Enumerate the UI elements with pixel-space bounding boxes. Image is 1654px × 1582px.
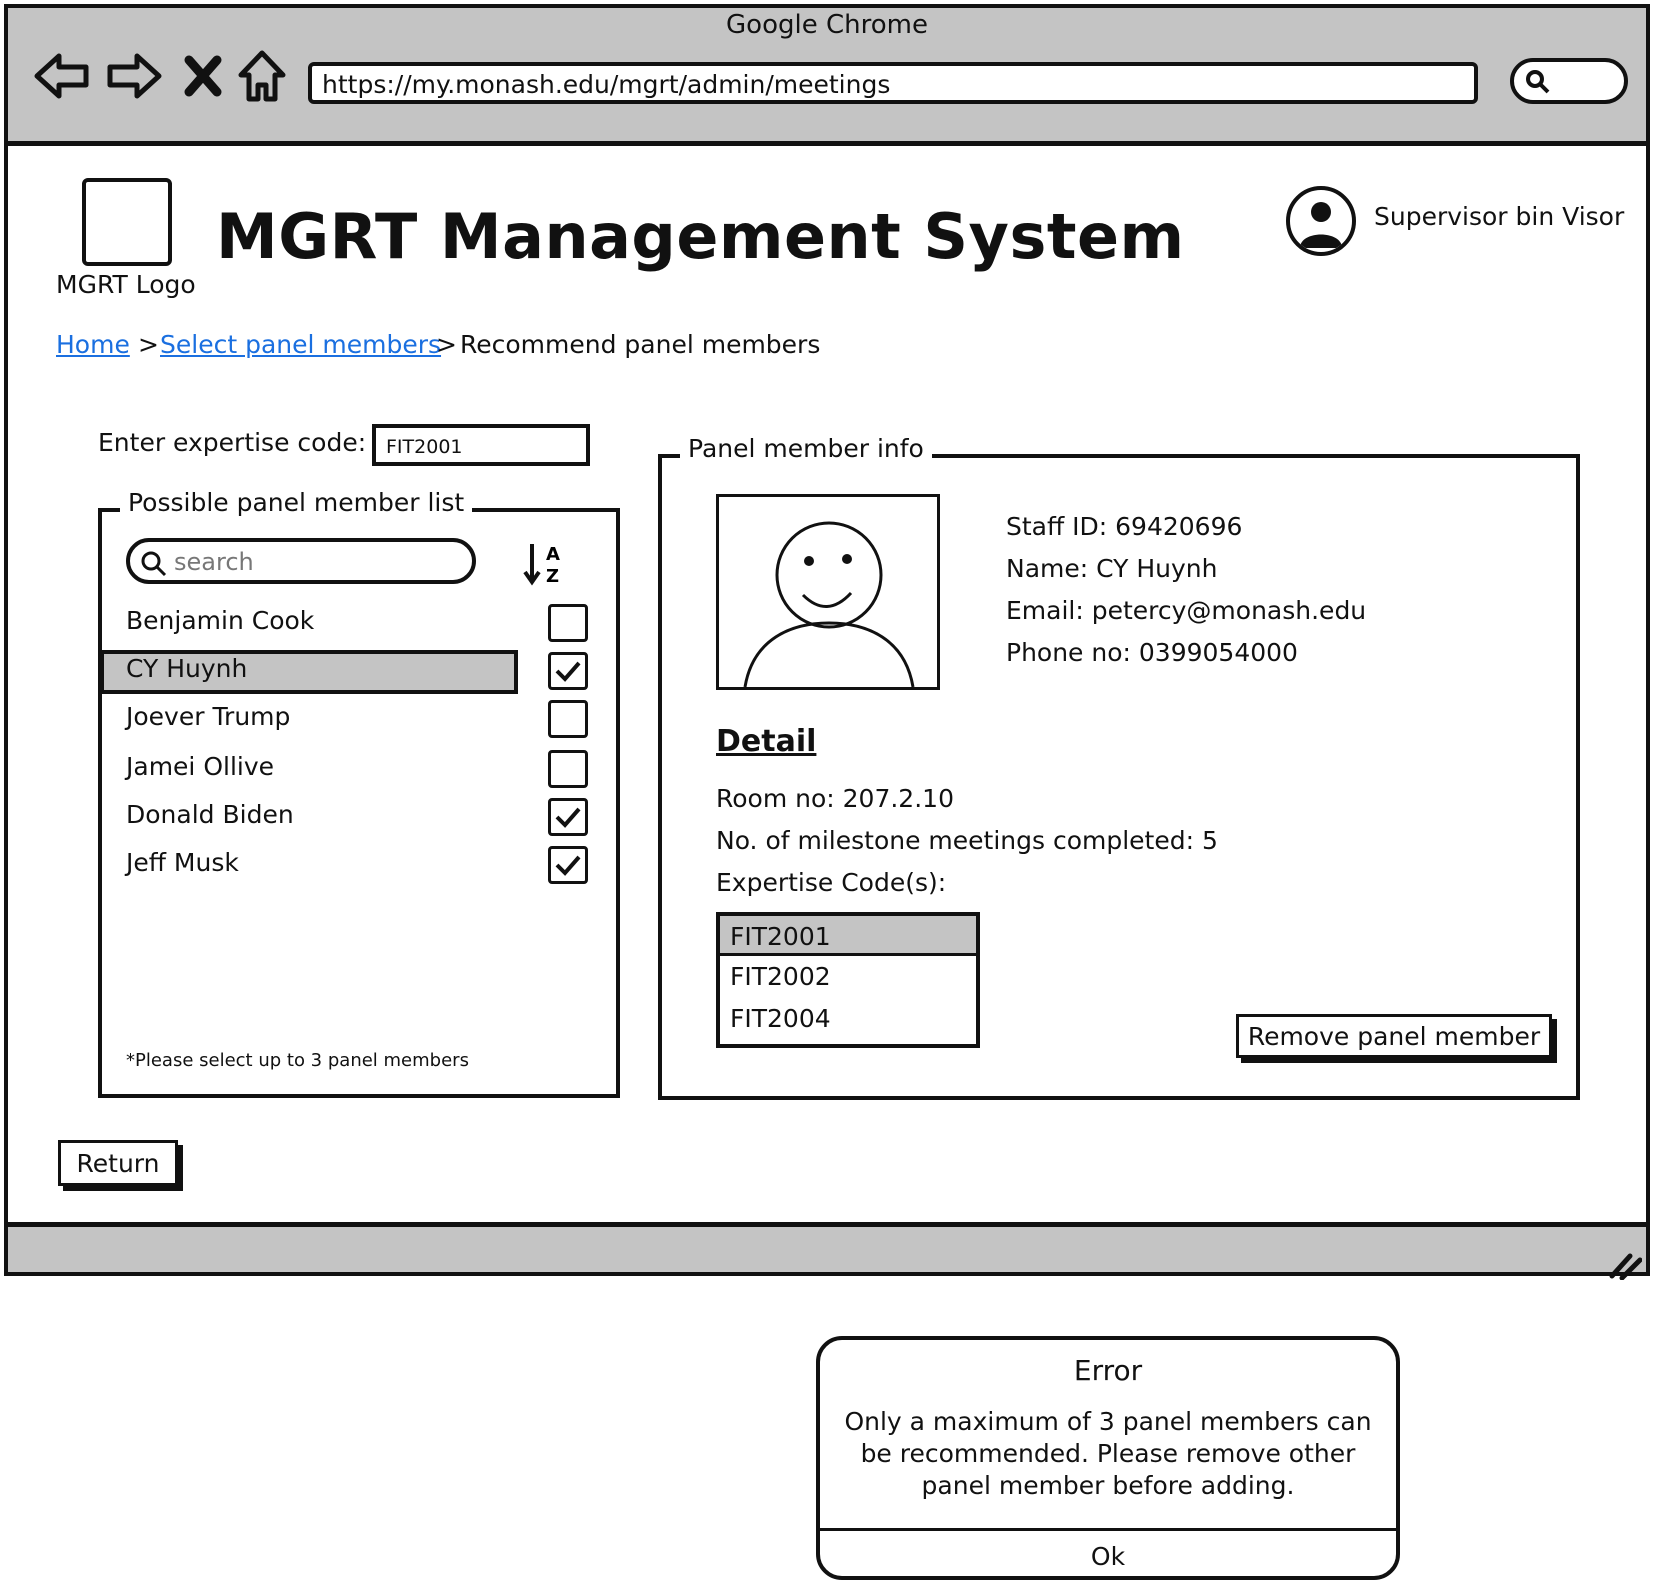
- remove-panel-member-button[interactable]: Remove panel member: [1236, 1014, 1552, 1058]
- member-name: Name: CY Huynh: [1006, 554, 1218, 583]
- breadcrumb-separator: >: [138, 330, 159, 359]
- member-phone: Phone no: 0399054000: [1006, 638, 1298, 667]
- member-checkbox[interactable]: [548, 700, 588, 738]
- member-checkbox[interactable]: [548, 604, 588, 642]
- member-checkbox[interactable]: [548, 750, 588, 788]
- user-name: Supervisor bin Visor: [1374, 202, 1625, 231]
- search-icon: [1524, 68, 1552, 100]
- page-title: MGRT Management System: [216, 200, 1185, 273]
- expertise-code-list[interactable]: FIT2001 FIT2002 FIT2004: [716, 912, 980, 1048]
- dialog-divider: [820, 1528, 1396, 1531]
- expertise-codes-label: Expertise Code(s):: [716, 868, 947, 897]
- user-avatar-icon[interactable]: [1286, 186, 1356, 256]
- sort-alpha-icon[interactable]: AZ: [522, 542, 568, 590]
- error-dialog-message: Only a maximum of 3 panel members can be…: [844, 1407, 1372, 1500]
- logo-label: MGRT Logo: [56, 270, 196, 299]
- staff-id: Staff ID: 69420696: [1006, 512, 1243, 541]
- breadcrumb-home-link[interactable]: Home: [56, 330, 130, 359]
- breadcrumb-select-link[interactable]: Select panel members: [160, 330, 441, 359]
- ok-button[interactable]: Ok: [820, 1536, 1396, 1576]
- list-item-name[interactable]: CY Huynh: [126, 654, 247, 683]
- expertise-code-input[interactable]: FIT2001: [372, 424, 590, 466]
- breadcrumb-separator: >: [436, 330, 457, 359]
- address-bar[interactable]: https://my.monash.edu/mgrt/admin/meeting…: [308, 62, 1478, 104]
- person-icon: [743, 521, 915, 688]
- check-icon: [555, 807, 581, 828]
- error-dialog: Error Only a maximum of 3 panel members …: [816, 1336, 1400, 1580]
- svg-text:Z: Z: [546, 566, 559, 586]
- browser-search-field[interactable]: [1510, 58, 1628, 104]
- detail-heading: Detail: [716, 724, 817, 759]
- code-item[interactable]: FIT2004: [730, 1004, 831, 1033]
- back-arrow-icon[interactable]: [30, 46, 94, 106]
- check-icon: [555, 661, 581, 682]
- error-dialog-title: Error: [1073, 1354, 1143, 1387]
- check-icon: [555, 855, 581, 876]
- breadcrumb-current: Recommend panel members: [460, 330, 821, 359]
- list-item-name[interactable]: Jamei Ollive: [126, 752, 274, 781]
- profile-photo: [716, 494, 940, 690]
- member-checkbox[interactable]: [548, 652, 588, 690]
- resize-grip-icon[interactable]: [1608, 1252, 1643, 1284]
- close-icon[interactable]: [180, 46, 226, 106]
- selection-note: *Please select up to 3 panel members: [126, 1050, 469, 1071]
- forward-arrow-icon[interactable]: [102, 46, 166, 106]
- logo-placeholder: [82, 178, 172, 266]
- code-item[interactable]: FIT2001: [730, 922, 831, 951]
- list-item-name[interactable]: Jeff Musk: [126, 848, 239, 877]
- browser-title: Google Chrome: [726, 10, 928, 40]
- list-item-name[interactable]: Joever Trump: [126, 702, 290, 731]
- list-item-name[interactable]: Donald Biden: [126, 800, 294, 829]
- member-checkbox[interactable]: [548, 798, 588, 836]
- meetings-completed: No. of milestone meetings completed: 5: [716, 826, 1218, 855]
- member-info-legend: Panel member info: [680, 434, 932, 463]
- code-item[interactable]: FIT2002: [730, 962, 831, 991]
- room-number: Room no: 207.2.10: [716, 784, 954, 813]
- list-item-name[interactable]: Benjamin Cook: [126, 606, 314, 635]
- home-icon[interactable]: [234, 46, 290, 106]
- search-icon: [140, 550, 168, 584]
- search-placeholder: search: [174, 548, 254, 576]
- browser-status-bar: [4, 1222, 1650, 1276]
- member-list-legend: Possible panel member list: [120, 488, 473, 517]
- svg-text:A: A: [546, 544, 560, 565]
- member-search-input[interactable]: search: [126, 538, 476, 584]
- expertise-code-label: Enter expertise code:: [98, 428, 367, 457]
- member-checkbox[interactable]: [548, 846, 588, 884]
- member-email: Email: petercy@monash.edu: [1006, 596, 1367, 625]
- return-button[interactable]: Return: [58, 1140, 178, 1186]
